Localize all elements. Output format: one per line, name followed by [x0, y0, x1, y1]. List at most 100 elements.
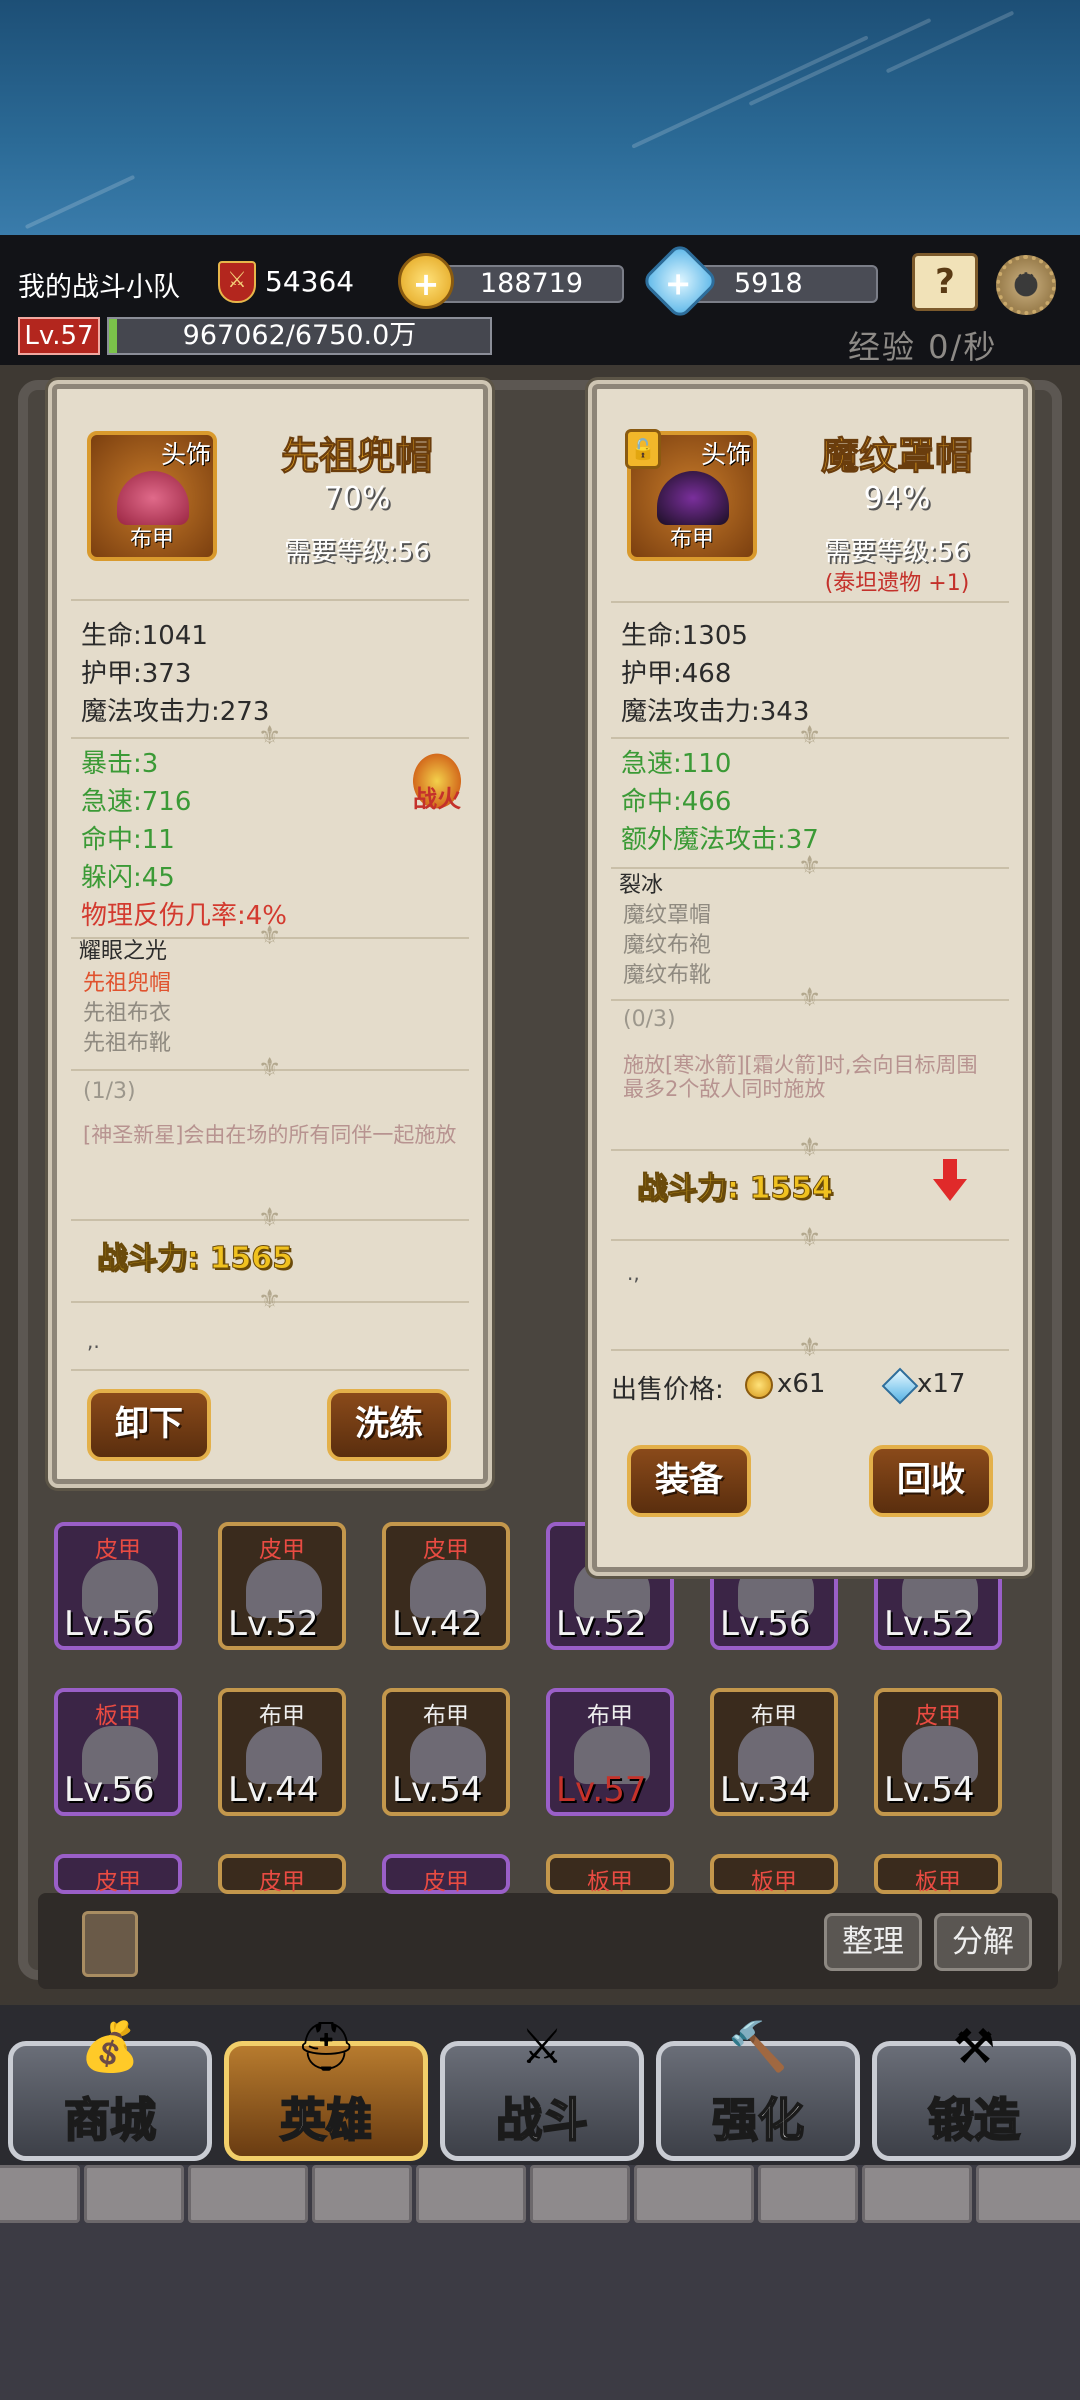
inventory-slot[interactable]: 布甲 Lv.34 — [710, 1688, 838, 1816]
nav-tab-label: 强化 — [711, 2092, 805, 2148]
hood-icon — [117, 471, 189, 525]
set-item: 魔纹布靴 — [623, 963, 712, 988]
armor-type-label: 板甲 — [915, 1869, 961, 1895]
nav-tab-3[interactable]: 🔨 强化 — [656, 2019, 860, 2161]
item-level-label: Lv.54 — [392, 1770, 483, 1810]
compare-item-name: 魔纹罩帽 — [820, 434, 973, 479]
diamond-plus-icon[interactable]: + — [640, 241, 720, 321]
extra-text: ,. — [87, 1329, 100, 1353]
gear-icon[interactable]: ⚙ — [996, 255, 1056, 315]
inventory-slot[interactable]: 板甲 — [546, 1854, 674, 1895]
stat-hit: 命中:466 — [621, 787, 732, 817]
nav-tab-label: 战斗 — [495, 2092, 589, 2148]
hood-icon — [657, 471, 729, 525]
gold-coin-plus-icon[interactable]: + — [398, 253, 454, 309]
compare-item-card: 头饰 布甲 🔓 魔纹罩帽 94% 需要等级:56 (泰坦遗物 +1) 生命:13… — [592, 384, 1028, 1572]
inventory-slot[interactable]: 布甲 Lv.54 — [382, 1688, 510, 1816]
recycle-button[interactable]: 回收 — [869, 1445, 993, 1517]
inventory-slot[interactable]: 皮甲 — [382, 1854, 510, 1895]
item-level-label: Lv.54 — [884, 1770, 975, 1810]
nav-tab-4[interactable]: ⚒ 锻造 — [872, 2019, 1076, 2161]
nav-tab-1[interactable]: ⛑ 英雄 — [224, 2019, 428, 2161]
power-down-arrow-icon — [933, 1159, 967, 1203]
armor-type-label: 板甲 — [587, 1869, 633, 1895]
stat-magic-attack: 魔法攻击力:273 — [81, 697, 270, 727]
bottom-navigation: 💰 商城 ⛑ 英雄 ⚔ 战斗 🔨 强化 ⚒ 锻造 — [0, 2005, 1080, 2165]
armor-type-label: 皮甲 — [95, 1537, 141, 1563]
sell-price-label: 出售价格: — [611, 1375, 724, 1405]
compare-quality: 94% — [863, 481, 931, 516]
set-name: 裂冰 — [619, 873, 664, 898]
equipped-item-icon: 头饰 布甲 — [87, 431, 217, 561]
item-level-label: Lv.34 — [720, 1770, 811, 1810]
nav-tab-2[interactable]: ⚔ 战斗 — [440, 2019, 644, 2161]
inventory-slot[interactable]: 布甲 Lv.44 — [218, 1688, 346, 1816]
item-level-label: Lv.52 — [228, 1604, 319, 1644]
floor-decoration — [0, 2165, 1080, 2400]
item-level-label: Lv.52 — [556, 1604, 647, 1644]
armor-type-label: 板甲 — [751, 1869, 797, 1895]
set-description: 施放[寒冰箭][霜火箭]时,会向目标周围最多2个敌人同时施放 — [623, 1053, 978, 1101]
stat-armor: 护甲:468 — [621, 659, 732, 689]
stat-armor: 护甲:373 — [81, 659, 192, 689]
nav-tab-0[interactable]: 💰 商城 — [8, 2019, 212, 2161]
inventory-slot[interactable]: 皮甲 — [218, 1854, 346, 1895]
inventory-slot[interactable]: 皮甲 Lv.54 — [874, 1688, 1002, 1816]
bag-icon[interactable] — [82, 1911, 138, 1977]
item-level-label: Lv.56 — [720, 1604, 811, 1644]
hammer-anvil-icon: 🔨 — [728, 2019, 788, 2075]
stat-hp: 生命:1305 — [621, 621, 748, 651]
compare-set-bonus: (泰坦遗物 +1) — [824, 571, 970, 596]
set-count: (0/3) — [623, 1007, 676, 1032]
armor-type-label: 皮甲 — [95, 1869, 141, 1895]
inventory-slot[interactable]: 布甲 Lv.57 — [546, 1688, 674, 1816]
forge-icon: ⚒ — [952, 2019, 996, 2075]
stat-extra-magic: 额外魔法攻击:37 — [621, 825, 819, 855]
inventory-slot[interactable]: 皮甲 — [54, 1854, 182, 1895]
set-item: 先祖布靴 — [83, 1031, 172, 1056]
set-description: [神圣新星]会由在场的所有同伴一起施放 — [83, 1123, 457, 1147]
compare-required-level: 需要等级:56 — [824, 537, 970, 567]
inventory-slot[interactable]: 板甲 Lv.56 — [54, 1688, 182, 1816]
crossed-swords-icon: ⚔ — [520, 2019, 564, 2075]
armor-type-label: 布甲 — [751, 1703, 797, 1729]
war-fire-badge-icon: 战火 — [409, 749, 465, 813]
treasure-chest-icon: 💰 — [80, 2019, 140, 2075]
inventory-slot[interactable]: 皮甲 Lv.42 — [382, 1522, 510, 1650]
shield-sword-icon: ⚔ — [218, 261, 256, 303]
inventory-slot[interactable]: 板甲 — [874, 1854, 1002, 1895]
armor-type-label: 皮甲 — [423, 1869, 469, 1895]
set-item: 先祖布衣 — [83, 1001, 172, 1026]
equipped-power: 战斗力: 1565 — [97, 1241, 294, 1277]
item-level-label: Lv.44 — [228, 1770, 319, 1810]
armor-type-label: 皮甲 — [259, 1537, 305, 1563]
lock-icon[interactable]: 🔓 — [625, 429, 661, 469]
equipped-item-name: 先祖兜帽 — [280, 434, 433, 479]
sort-button[interactable]: 整理 — [824, 1913, 922, 1971]
stat-haste: 急速:110 — [621, 749, 732, 779]
unequip-button[interactable]: 卸下 — [87, 1389, 211, 1461]
top-background — [0, 0, 1080, 235]
armor-type-label: 布甲 — [587, 1703, 633, 1729]
stat-magic-attack: 魔法攻击力:343 — [621, 697, 810, 727]
armor-type-label: 皮甲 — [915, 1703, 961, 1729]
help-book-icon[interactable]: ? — [912, 253, 978, 311]
inventory-slot[interactable]: 皮甲 Lv.52 — [218, 1522, 346, 1650]
item-level-label: Lv.57 — [556, 1770, 647, 1810]
gold-coin-icon — [745, 1371, 773, 1399]
equip-button[interactable]: 装备 — [627, 1445, 751, 1517]
team-name: 我的战斗小队 — [18, 272, 180, 303]
xp-bar: 967062/6750.0万 — [107, 317, 492, 355]
armor-type-label: 布甲 — [259, 1703, 305, 1729]
set-item: 魔纹布袍 — [623, 933, 712, 958]
reroll-button[interactable]: 洗练 — [327, 1389, 451, 1461]
inventory-slot[interactable]: 皮甲 Lv.56 — [54, 1522, 182, 1650]
stat-dodge: 躲闪:45 — [81, 863, 175, 893]
armor-type-label: 布甲 — [423, 1703, 469, 1729]
inventory-slot[interactable]: 板甲 — [710, 1854, 838, 1895]
player-level: Lv.57 — [18, 317, 100, 355]
decompose-button[interactable]: 分解 — [934, 1913, 1032, 1971]
item-level-label: Lv.52 — [884, 1604, 975, 1644]
item-level-label: Lv.56 — [64, 1770, 155, 1810]
stat-reflect: 物理反伤几率:4% — [81, 901, 288, 931]
